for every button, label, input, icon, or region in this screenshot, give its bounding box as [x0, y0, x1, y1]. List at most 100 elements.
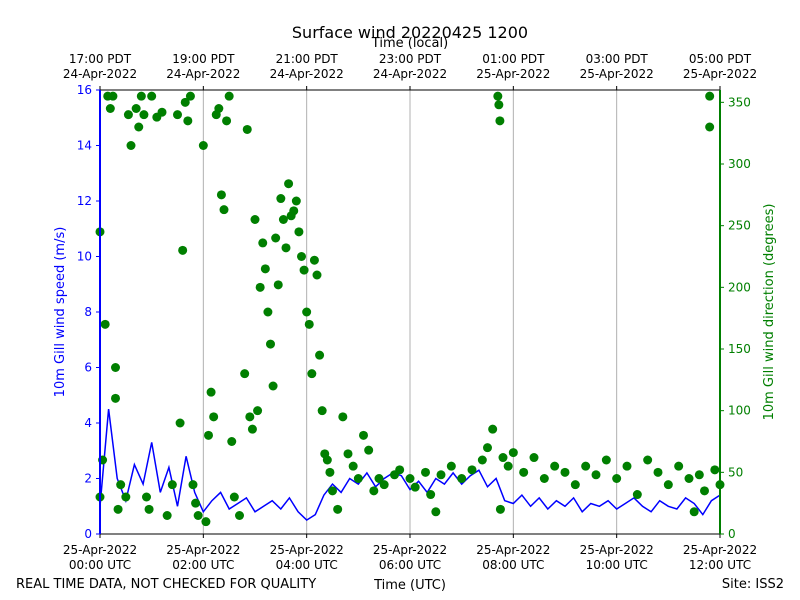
wind-direction-point: [353, 474, 363, 483]
wind-direction-point: [581, 461, 591, 471]
wind-direction-point: [570, 480, 580, 490]
wind-direction-point: [498, 453, 508, 463]
top-tick-time: 23:00 PDT: [379, 52, 442, 66]
top-tick-time: 01:00 PDT: [482, 52, 545, 66]
chart-container: Surface wind 20220425 1200 Time (local) …: [0, 0, 800, 600]
wind-direction-point: [157, 107, 167, 117]
wind-direction-point: [503, 461, 513, 471]
wind-direction-point: [253, 406, 263, 416]
top-tick-date: 24-Apr-2022: [373, 67, 447, 81]
wind-direction-point: [240, 369, 250, 379]
wind-direction-point: [229, 492, 239, 502]
wind-direction-point: [364, 445, 374, 455]
wind-direction-point: [263, 307, 273, 317]
wind-direction-point: [694, 470, 704, 480]
wind-direction-point: [126, 141, 136, 150]
wind-direction-point: [111, 393, 120, 403]
top-tick-time: 21:00 PDT: [276, 52, 339, 66]
wind-direction-point: [185, 91, 195, 101]
wind-direction-point: [227, 437, 237, 446]
wind-direction-point: [144, 504, 154, 514]
wind-direction-point: [162, 511, 172, 520]
wind-direction-point: [108, 91, 118, 101]
wind-direction-point: [100, 319, 110, 329]
wind-direction-point: [224, 91, 234, 101]
wind-direction-point: [663, 480, 673, 490]
wind-direction-point: [325, 467, 335, 477]
right-tick-label: 150: [728, 342, 751, 356]
top-tick-date: 24-Apr-2022: [166, 67, 240, 81]
wind-direction-point: [268, 381, 278, 391]
wind-direction-point: [488, 424, 498, 434]
wind-direction-point: [191, 498, 201, 508]
wind-direction-point: [431, 507, 441, 517]
x-tick-date: 25-Apr-2022: [683, 543, 757, 557]
wind-direction-point: [591, 470, 601, 480]
wind-direction-point: [175, 418, 185, 428]
wind-direction-point: [276, 194, 286, 204]
left-tick-label: 2: [84, 472, 92, 486]
wind-direction-point: [113, 504, 123, 514]
wind-direction-point: [560, 467, 570, 477]
wind-direction-point: [247, 424, 257, 434]
wind-direction-point: [539, 474, 549, 483]
wind-direction-point: [369, 486, 379, 496]
wind-direction-point: [317, 406, 327, 416]
wind-direction-point: [242, 124, 252, 134]
top-tick-time: 19:00 PDT: [172, 52, 235, 66]
x-axis-label: Time (UTC): [373, 578, 446, 593]
wind-direction-point: [410, 482, 420, 492]
wind-direction-point: [322, 455, 332, 465]
top-tick-date: 25-Apr-2022: [476, 67, 550, 81]
wind-direction-point: [632, 490, 642, 500]
right-tick-label: 350: [728, 95, 751, 109]
wind-direction-point: [167, 480, 177, 490]
wind-direction-point: [291, 196, 301, 206]
x-tick-time: 06:00 UTC: [379, 558, 441, 572]
wind-direction-point: [689, 507, 699, 517]
right-tick-label: 200: [728, 280, 751, 294]
right-tick-label: 100: [728, 404, 751, 418]
wind-direction-point: [209, 412, 219, 422]
right-tick-label: 0: [728, 527, 736, 541]
x-tick-time: 00:00 UTC: [69, 558, 131, 572]
wind-direction-point: [643, 455, 653, 465]
left-tick-label: 16: [77, 83, 92, 97]
wind-direction-point: [302, 307, 312, 317]
wind-direction-point: [421, 467, 430, 477]
wind-direction-point: [519, 467, 529, 477]
left-tick-label: 4: [84, 416, 92, 430]
wind-direction-point: [493, 91, 503, 101]
wind-direction-point: [111, 363, 120, 372]
wind-direction-point: [328, 486, 337, 496]
wind-direction-point: [260, 264, 270, 274]
left-tick-label: 0: [84, 527, 92, 541]
right-tick-label: 250: [728, 219, 751, 233]
wind-direction-point: [315, 350, 325, 360]
wind-direction-point: [494, 100, 504, 110]
wind-direction-point: [495, 116, 505, 126]
wind-direction-point: [312, 270, 322, 280]
wind-direction-point: [116, 480, 126, 490]
wind-direction-point: [271, 233, 281, 243]
wind-direction-point: [495, 504, 505, 514]
wind-direction-point: [216, 190, 226, 200]
quality-note: REAL TIME DATA, NOT CHECKED FOR QUALITY: [16, 577, 316, 592]
wind-direction-point: [307, 369, 317, 379]
wind-direction-point: [178, 245, 188, 255]
wind-direction-point: [446, 461, 456, 471]
wind-direction-point: [193, 511, 203, 520]
wind-direction-point: [289, 206, 299, 216]
right-tick-label: 50: [728, 465, 743, 479]
wind-direction-point: [294, 227, 304, 237]
wind-direction-point: [123, 110, 133, 120]
wind-direction-point: [705, 122, 715, 132]
x-tick-time: 08:00 UTC: [482, 558, 544, 572]
x-tick-time: 04:00 UTC: [276, 558, 338, 572]
right-tick-label: 300: [728, 157, 751, 171]
wind-direction-point: [235, 511, 244, 520]
wind-direction-point: [136, 91, 146, 101]
wind-direction-point: [284, 179, 294, 189]
wind-direction-point: [309, 255, 319, 265]
wind-direction-point: [255, 282, 265, 292]
